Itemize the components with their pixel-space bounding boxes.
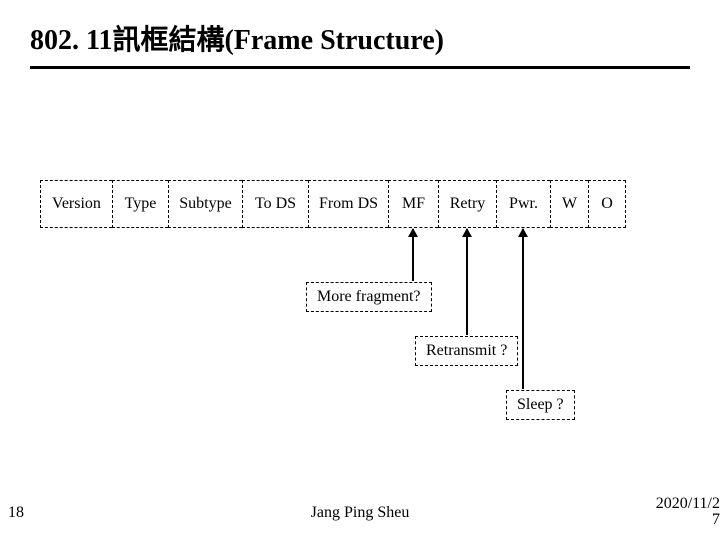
field-type: Type [112, 180, 168, 228]
date-line1: 2020/11/2 [656, 495, 720, 512]
slide-date: 2020/11/2 7 [656, 496, 720, 528]
field-subtype: Subtype [168, 180, 242, 228]
date-line2: 7 [712, 512, 720, 528]
field-o: O [588, 180, 626, 228]
field-to-ds: To DS [242, 180, 308, 228]
annotation-sleep: Sleep ? [506, 390, 575, 420]
frame-structure-row: Version Type Subtype To DS From DS MF Re… [40, 180, 626, 228]
arrow-retry [466, 229, 468, 335]
annotation-more-fragment: More fragment? [306, 282, 432, 312]
author-name: Jang Ping Sheu [0, 504, 720, 522]
arrow-mf [412, 229, 414, 281]
field-retry: Retry [438, 180, 496, 228]
arrow-pwr [522, 229, 524, 389]
field-version: Version [40, 180, 112, 228]
field-from-ds: From DS [308, 180, 388, 228]
title-rule [30, 66, 690, 69]
annotation-retransmit: Retransmit ? [415, 336, 518, 366]
field-mf: MF [388, 180, 438, 228]
slide-title: 802. 11訊框結構(Frame Structure) [0, 0, 720, 66]
field-pwr: Pwr. [496, 180, 550, 228]
field-w: W [550, 180, 588, 228]
